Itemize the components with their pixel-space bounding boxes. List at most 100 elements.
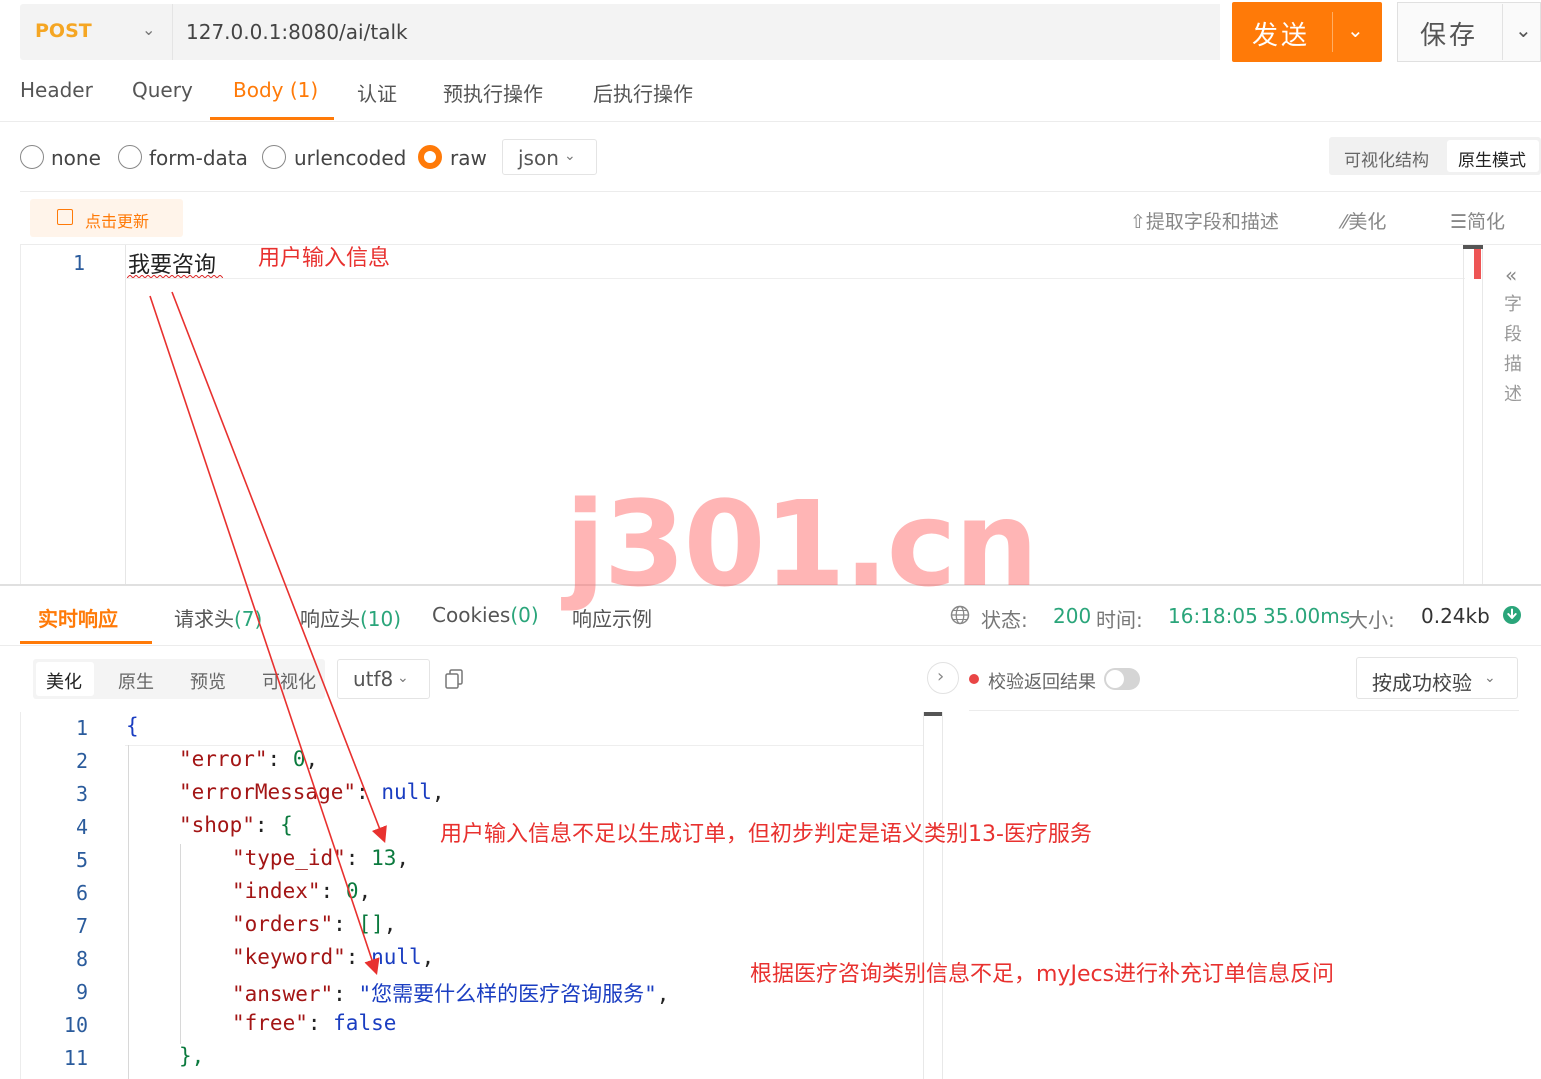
- divider: [20, 244, 1541, 245]
- extract-fields-button[interactable]: ⇧提取字段和描述: [1130, 207, 1279, 234]
- json-key: "keyword": [232, 945, 346, 969]
- tab-response-headers[interactable]: 响应头(10): [300, 603, 401, 632]
- save-dropdown-icon[interactable]: ⌄: [1515, 18, 1532, 42]
- current-line-highlight: [125, 745, 923, 746]
- editor-scrollbar[interactable]: [1463, 245, 1483, 585]
- line-number: 1: [73, 251, 86, 275]
- tab-body-label: Body: [233, 78, 284, 102]
- editor-border: [20, 245, 21, 585]
- json-key: "answer": [232, 982, 334, 1006]
- tab-post-script[interactable]: 后执行操作: [593, 78, 693, 107]
- tabs-divider: [0, 121, 1541, 122]
- size-label: 大小:: [1348, 608, 1395, 632]
- time-value: 16:18:05: [1168, 604, 1258, 628]
- json-key: "type_id": [232, 846, 346, 870]
- beautify-button[interactable]: ⁄⁄美化: [1342, 207, 1386, 234]
- tab-header[interactable]: Header: [20, 78, 93, 102]
- double-chevron-left-icon[interactable]: «: [1505, 263, 1517, 287]
- chevron-down-icon: ⌄: [564, 148, 576, 164]
- url-text: 127.0.0.1:8080/ai/talk: [186, 20, 408, 44]
- line-number: 3: [75, 782, 88, 806]
- line-number: 9: [75, 980, 88, 1004]
- save-divider: [1502, 4, 1503, 60]
- json-key: "index": [232, 879, 321, 903]
- tab-request-headers[interactable]: 请求头(7): [174, 603, 262, 632]
- chevron-down-icon[interactable]: ⌄: [142, 20, 155, 39]
- json-value: null: [371, 945, 422, 969]
- tabs-divider: [0, 645, 1541, 646]
- editor-gutter: [125, 245, 126, 585]
- download-icon[interactable]: [1502, 605, 1522, 625]
- json-key: "orders": [232, 912, 334, 936]
- encoding-label: utf8: [353, 667, 394, 691]
- tab-body-count: (1): [289, 78, 319, 102]
- view-preview-button[interactable]: 预览: [190, 668, 226, 694]
- radio-none[interactable]: [20, 145, 44, 169]
- tab-count: (0): [510, 603, 539, 627]
- response-scrollbar[interactable]: [923, 712, 924, 1079]
- tab-count: (10): [360, 607, 402, 631]
- mode-visual-button[interactable]: 可视化结构: [1344, 146, 1429, 171]
- tab-auth[interactable]: 认证: [357, 78, 397, 107]
- status-value: 200: [1053, 604, 1092, 628]
- line-number: 5: [75, 848, 88, 872]
- line-number: 10: [63, 1013, 88, 1037]
- send-label: 发送: [1252, 21, 1311, 51]
- json-value: 0: [292, 747, 306, 771]
- line-number: 8: [75, 947, 88, 971]
- code-line: "errorMessage": null,: [179, 780, 445, 804]
- tab-live-response[interactable]: 实时响应: [38, 603, 118, 632]
- radio-urlencoded-label: urlencoded: [294, 146, 407, 170]
- view-visual-button[interactable]: 可视化: [262, 668, 316, 694]
- line-number: 7: [75, 914, 88, 938]
- annotation-judgement: 用户输入信息不足以生成订单，但初步判定是语义类别13-医疗服务: [440, 822, 1092, 847]
- line-number: 2: [75, 749, 88, 773]
- tab-label: 响应头: [300, 607, 360, 631]
- view-raw-button[interactable]: 原生: [118, 668, 154, 694]
- divider: [20, 191, 1541, 192]
- save-label: 保存: [1420, 21, 1479, 51]
- tab-cookies[interactable]: Cookies(0): [432, 603, 539, 627]
- editor-border: [20, 712, 21, 1079]
- indent-guide: [180, 844, 181, 1044]
- json-value: "您需要什么样的医疗咨询服务": [358, 982, 657, 1006]
- field-description-panel-toggle[interactable]: 字段描述: [1504, 290, 1524, 410]
- chevron-down-icon: ⌄: [1484, 670, 1496, 686]
- json-key: "free": [232, 1011, 308, 1035]
- scrollbar-thumb[interactable]: [924, 712, 942, 716]
- json-value: 13: [371, 846, 397, 870]
- line-number: 4: [75, 815, 88, 839]
- copy-icon[interactable]: [445, 669, 463, 689]
- json-key: "errorMessage": [179, 780, 357, 804]
- radio-urlencoded[interactable]: [262, 145, 286, 169]
- divider: [969, 710, 1519, 711]
- code-line: "keyword": null,: [232, 945, 435, 969]
- code-line: "orders": [],: [232, 912, 397, 936]
- json-key: "shop": [179, 813, 255, 837]
- panel-divider: [942, 712, 943, 1079]
- send-divider: [1332, 12, 1333, 52]
- time-label: 时间:: [1096, 608, 1143, 632]
- radio-raw[interactable]: [418, 145, 442, 169]
- size-value: 0.24kb: [1421, 604, 1490, 628]
- send-dropdown-icon[interactable]: ⌄: [1347, 18, 1364, 42]
- code-line: "error": 0,: [179, 747, 319, 771]
- validation-mode-label: 按成功校验: [1372, 671, 1472, 695]
- tab-pre-script[interactable]: 预执行操作: [443, 78, 543, 107]
- radio-form-data[interactable]: [118, 145, 142, 169]
- radio-form-data-label: form-data: [149, 146, 248, 170]
- radio-none-label: none: [51, 146, 101, 170]
- code-line: {: [126, 714, 139, 738]
- current-line-highlight: [125, 278, 1465, 279]
- tab-query[interactable]: Query: [132, 78, 193, 102]
- tab-body[interactable]: Body (1): [233, 78, 318, 102]
- code-line: "answer": "您需要什么样的医疗咨询服务",: [232, 982, 670, 1006]
- duration-value: 35.00ms: [1263, 604, 1351, 628]
- simplify-button[interactable]: ☰简化: [1450, 207, 1505, 234]
- chevron-right-icon: ›: [937, 666, 945, 687]
- format-label: json: [518, 146, 559, 170]
- validate-label: 校验返回结果: [988, 672, 1096, 693]
- code-line: "shop": {: [179, 813, 293, 837]
- tab-label: Cookies: [432, 603, 511, 627]
- json-value: []: [358, 912, 384, 936]
